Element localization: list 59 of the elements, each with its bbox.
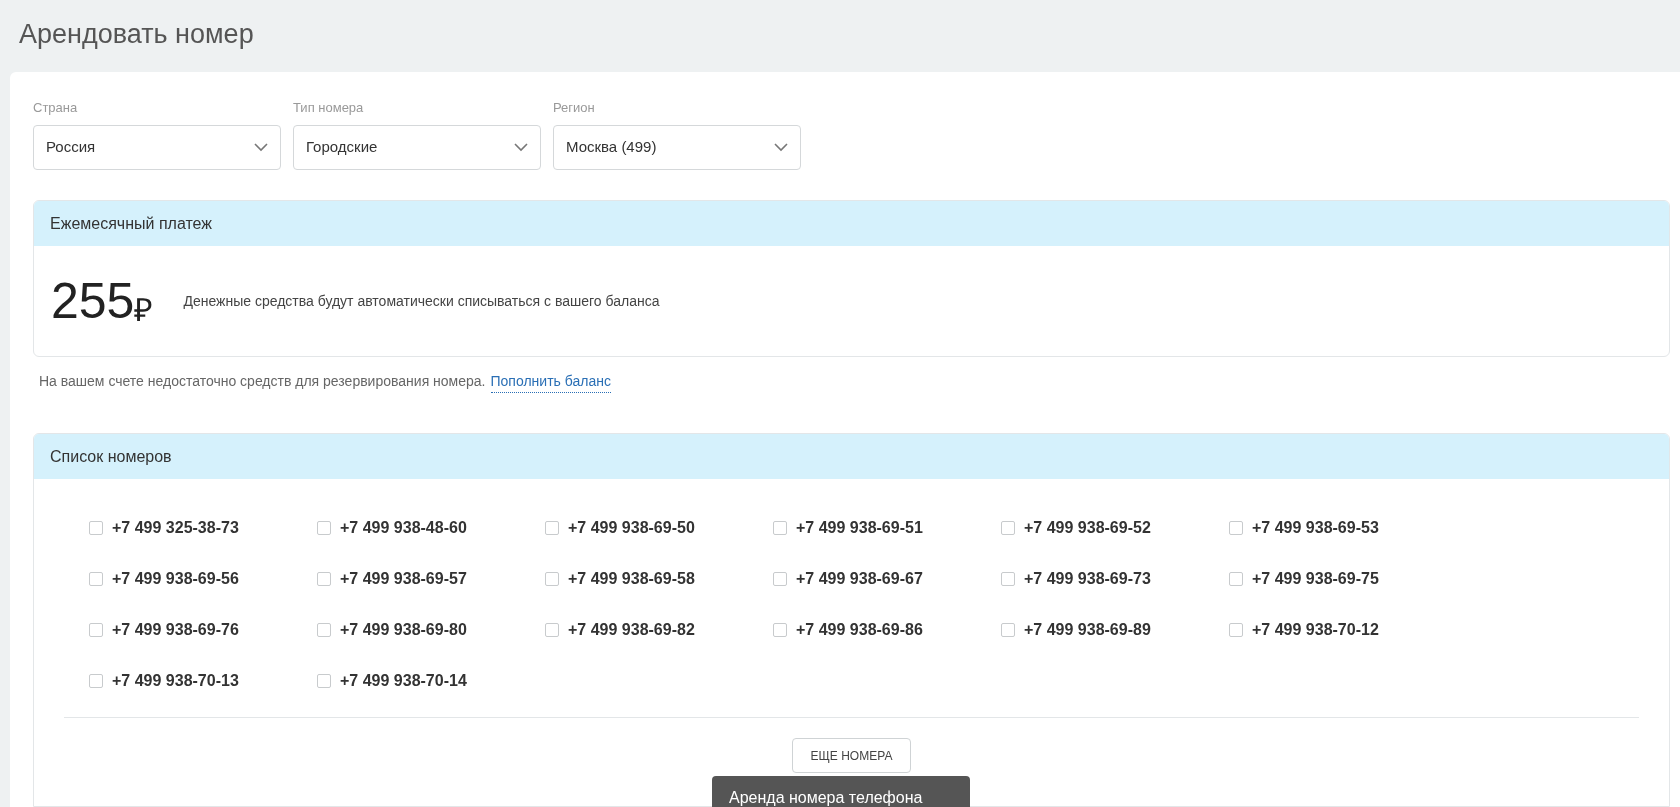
phone-number: +7 499 938-69-80 — [340, 619, 467, 640]
balance-notice: На вашем счете недостаточно средств для резервирования номера. — [39, 372, 486, 391]
phone-number: +7 499 938-70-14 — [340, 670, 467, 691]
checkbox[interactable] — [317, 622, 331, 637]
checkbox[interactable] — [1229, 622, 1243, 637]
checkbox[interactable] — [773, 622, 787, 637]
phone-number: +7 499 938-69-67 — [796, 568, 923, 589]
checkbox[interactable] — [1001, 622, 1015, 637]
checkbox[interactable] — [545, 622, 559, 637]
phone-number: +7 499 938-69-58 — [568, 568, 695, 589]
checkbox[interactable] — [89, 520, 103, 535]
price-amount: 255 — [51, 276, 135, 326]
phone-number: +7 499 938-69-57 — [340, 568, 467, 589]
checkbox[interactable] — [317, 571, 331, 586]
phone-number: +7 499 938-69-89 — [1024, 619, 1151, 640]
checkbox[interactable] — [1229, 520, 1243, 535]
phone-number: +7 499 938-70-13 — [112, 670, 239, 691]
phone-number: +7 499 325-38-73 — [112, 517, 239, 538]
phone-number: +7 499 938-69-51 — [796, 517, 923, 538]
dropdown-select[interactable]: Городские — [293, 125, 541, 170]
checkbox[interactable] — [1229, 571, 1243, 586]
phone-number: +7 499 938-69-75 — [1252, 568, 1379, 589]
checkbox[interactable] — [89, 571, 103, 586]
phone-number: +7 499 938-69-76 — [112, 619, 239, 640]
chevron-down-icon — [514, 143, 528, 152]
currency-sign: ₽ — [134, 294, 154, 326]
checkbox[interactable] — [773, 520, 787, 535]
top-up-link[interactable]: Пополнить баланс — [490, 371, 611, 393]
dropdown-select[interactable]: Москва (499) — [553, 125, 801, 170]
phone-number: +7 499 938-69-86 — [796, 619, 923, 640]
phone-number: +7 499 938-69-50 — [568, 517, 695, 538]
checkbox[interactable] — [317, 520, 331, 535]
panel-heading: Ежемесячный платеж — [50, 213, 212, 234]
checkbox[interactable] — [89, 673, 103, 688]
checkbox[interactable] — [773, 571, 787, 586]
phone-number: +7 499 938-69-82 — [568, 619, 695, 640]
more-numbers-button[interactable]: ЕЩЕ НОМЕРА — [791, 738, 912, 773]
phone-number: +7 499 938-69-52 — [1024, 517, 1151, 538]
phone-number: +7 499 938-69-56 — [112, 568, 239, 589]
phone-number: +7 499 938-69-73 — [1024, 568, 1151, 589]
checkbox[interactable] — [89, 622, 103, 637]
checkbox[interactable] — [1001, 520, 1015, 535]
page-title: Арендовать номер — [18, 18, 254, 51]
field-label: Страна — [33, 99, 78, 117]
checkbox[interactable] — [545, 520, 559, 535]
panel-heading: Список номеров — [50, 446, 172, 467]
chevron-down-icon — [254, 143, 268, 152]
tooltip: Аренда номера телефона — [712, 776, 970, 807]
checkbox[interactable] — [545, 571, 559, 586]
dropdown-select[interactable]: Россия — [33, 125, 281, 170]
field-label: Тип номера — [293, 99, 364, 117]
phone-number: +7 499 938-70-12 — [1252, 619, 1379, 640]
payment-description: Денежные средства будут автоматически списываться с вашего баланса — [183, 291, 660, 311]
field-label: Регион — [553, 99, 595, 117]
phone-number: +7 499 938-69-53 — [1252, 517, 1379, 538]
checkbox[interactable] — [317, 673, 331, 688]
phone-number: +7 499 938-48-60 — [340, 517, 467, 538]
chevron-down-icon — [774, 143, 788, 152]
checkbox[interactable] — [1001, 571, 1015, 586]
